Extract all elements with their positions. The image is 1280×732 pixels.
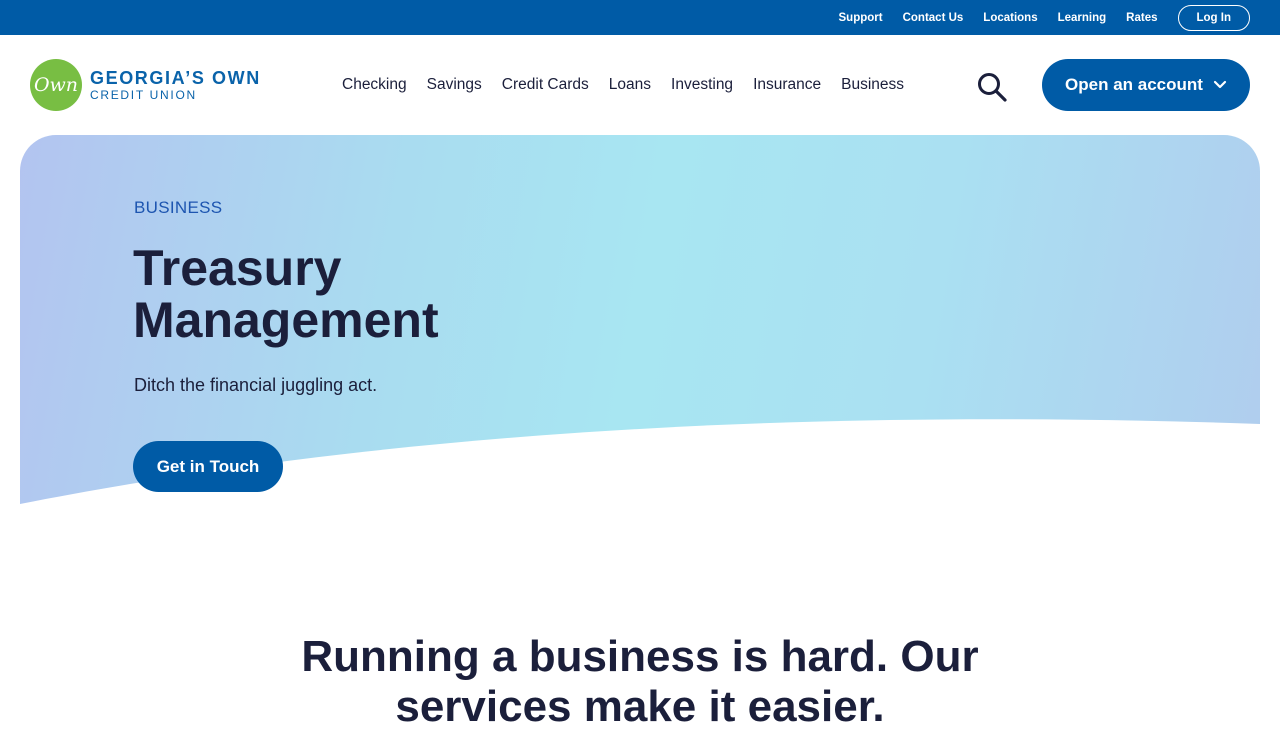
hero-subtitle: Ditch the financial juggling act. (134, 375, 378, 395)
nav-item-loans[interactable]: Loans (609, 76, 651, 94)
contact-us-link[interactable]: Contact Us (903, 12, 964, 24)
hero-kicker: BUSINESS (134, 198, 223, 217)
section-heading-line-2: services make it easier. (395, 682, 885, 731)
nav-item-insurance[interactable]: Insurance (753, 76, 821, 94)
rates-link[interactable]: Rates (1126, 12, 1157, 24)
nav-item-savings[interactable]: Savings (427, 76, 482, 94)
chevron-down-icon (1213, 80, 1227, 89)
open-an-account-button[interactable]: Open an account (1042, 59, 1250, 111)
hero-title: Treasury Management (133, 242, 653, 346)
nav-item-business[interactable]: Business (841, 76, 904, 94)
hero-title-line-2: Management (133, 292, 439, 348)
nav-item-investing[interactable]: Investing (671, 76, 733, 94)
nav-item-checking[interactable]: Checking (342, 76, 407, 94)
primary-nav: Checking Savings Credit Cards Loans Inve… (332, 35, 914, 135)
utility-links: Support Contact Us Locations Learning Ra… (819, 0, 1250, 35)
logo-line-2: CREDIT UNION (90, 87, 197, 102)
log-in-button[interactable]: Log In (1177, 4, 1250, 31)
main-header: Own GEORGIA’S OWN CREDIT UNION Checking … (0, 35, 1280, 135)
section-heading: Running a business is hard. Our services… (0, 632, 1280, 732)
learning-link[interactable]: Learning (1058, 12, 1107, 24)
locations-link[interactable]: Locations (983, 12, 1037, 24)
search-icon[interactable] (976, 71, 1008, 103)
logo-wordmark: GEORGIA’S OWN CREDIT UNION (90, 67, 261, 102)
utility-bar: Support Contact Us Locations Learning Ra… (0, 0, 1280, 35)
georgias-own-logo[interactable]: Own GEORGIA’S OWN CREDIT UNION (30, 59, 261, 111)
section-heading-line-1: Running a business is hard. Our (301, 632, 979, 681)
logo-line-1: GEORGIA’S OWN (90, 67, 261, 88)
logo-mark: Own (30, 59, 82, 111)
nav-item-credit-cards[interactable]: Credit Cards (502, 76, 589, 94)
hero-title-line-1: Treasury (133, 240, 342, 296)
open-an-account-label: Open an account (1065, 75, 1203, 94)
support-link[interactable]: Support (839, 12, 883, 24)
get-in-touch-button[interactable]: Get in Touch (133, 441, 283, 492)
